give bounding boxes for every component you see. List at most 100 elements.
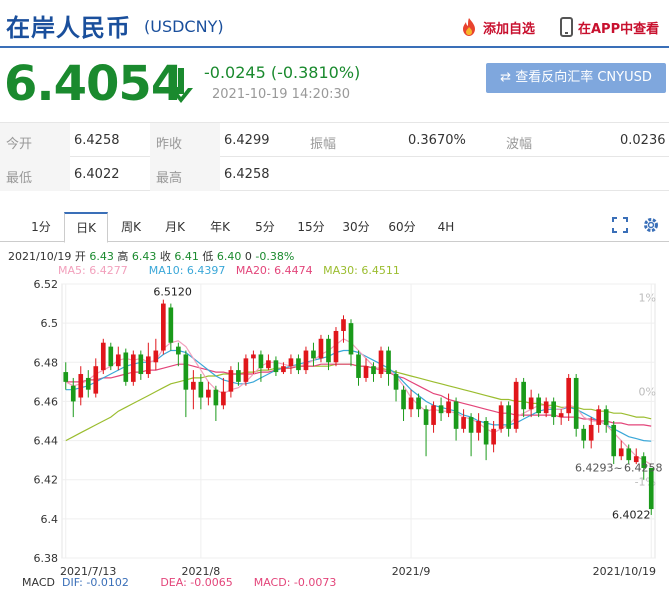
high-label: 最高 — [156, 171, 183, 186]
macd-dif: DIF: -0.0102 — [61, 576, 129, 589]
candle-body — [626, 448, 632, 461]
wave-value: 0.0236 — [620, 133, 666, 148]
wave-label: 波幅 — [506, 137, 533, 152]
candle-body — [78, 374, 84, 398]
candle-body — [303, 350, 309, 371]
candle-body — [378, 350, 384, 375]
open-label: 今开 — [6, 137, 33, 152]
y-tick-label: 6.5 — [41, 317, 59, 330]
tab-1min[interactable]: 1分 — [28, 212, 54, 242]
tab-weekly[interactable]: 周K — [118, 212, 144, 242]
symbol-code: (USDCNY) — [144, 17, 224, 36]
candle-body — [536, 397, 541, 414]
legend-close-label: 收 — [159, 250, 171, 263]
legend-vol: 0 — [244, 250, 252, 263]
candle-body — [236, 370, 241, 382]
min-annotation: 6.4022 — [612, 509, 651, 522]
candle-body — [213, 389, 219, 406]
amplitude-label: 振幅 — [310, 137, 337, 152]
candle-body — [573, 377, 579, 429]
candle-body — [341, 319, 346, 331]
candle-body — [63, 372, 69, 382]
add-watchlist-button[interactable]: 添加自选 — [460, 17, 535, 37]
app-view-label: 在APP中查看 — [578, 21, 660, 37]
open-annotation: 6.4258 — [624, 461, 663, 474]
tab-30min[interactable]: 30分 — [340, 212, 372, 242]
legend-high-label: 高 — [117, 250, 129, 263]
candle-body — [423, 409, 429, 425]
candle-body — [130, 354, 136, 382]
ma5-legend: MA5: 6.4277 — [58, 264, 128, 277]
candle-body — [318, 338, 324, 359]
candle-body — [85, 377, 91, 390]
y-tick-label: 6.38 — [34, 552, 59, 565]
tab-4h[interactable]: 4H — [434, 212, 458, 242]
candle-body — [468, 417, 474, 433]
candle-body — [363, 366, 369, 378]
quote-info-table: 今开 6.4258 昨收 6.4299 振幅 0.3670% 波幅 0.0236… — [0, 122, 669, 191]
candle-body — [228, 370, 234, 392]
tab-5min[interactable]: 5分 — [252, 212, 278, 242]
low-value: 6.4022 — [74, 167, 120, 182]
candle-body — [266, 360, 271, 369]
info-row-1: 今开 6.4258 昨收 6.4299 振幅 0.3670% 波幅 0.0236 — [0, 123, 669, 157]
candle-body — [558, 413, 564, 418]
candlestick-chart[interactable]: 6.526.56.486.466.446.426.46.381%0%-1%202… — [0, 278, 669, 578]
candle-body — [603, 409, 609, 425]
candle-body — [356, 354, 361, 378]
amplitude-value: 0.3670% — [408, 133, 466, 148]
macd-legend: MACD DIF: -0.0102 DEA: -0.0065 MACD: -0.… — [22, 576, 336, 589]
pct-tick-label: 1% — [639, 292, 656, 305]
gear-icon[interactable] — [642, 216, 660, 234]
low-label: 最低 — [6, 171, 33, 186]
tab-60min[interactable]: 60分 — [386, 212, 418, 242]
plot-area — [61, 283, 656, 559]
legend-open: 6.43 — [89, 250, 114, 263]
candle-body — [115, 354, 121, 367]
candle-body — [498, 405, 504, 429]
candle-body — [596, 409, 602, 425]
phone-icon — [560, 17, 573, 37]
fullscreen-icon[interactable] — [612, 217, 628, 233]
app-view-button[interactable]: 在APP中查看 — [560, 17, 659, 37]
candle-body — [138, 354, 144, 375]
tab-monthly[interactable]: 月K — [162, 212, 188, 242]
candle-body — [281, 366, 286, 373]
candle-body — [453, 401, 459, 429]
ma10-legend: MA10: 6.4397 — [148, 264, 226, 277]
candle-body — [243, 358, 249, 382]
candle-body — [70, 385, 76, 402]
candle-body — [491, 428, 496, 445]
tab-daily[interactable]: 日K — [64, 212, 108, 243]
macd-dea: DEA: -0.0065 — [160, 576, 233, 589]
candle-body — [145, 356, 151, 375]
candle-body — [371, 366, 376, 375]
candle-body — [543, 401, 549, 414]
candle-body — [273, 360, 279, 373]
down-arrow-icon — [169, 68, 193, 103]
candle-body — [431, 405, 436, 425]
tab-yearly[interactable]: 年K — [206, 212, 234, 242]
y-tick-label: 6.44 — [34, 435, 59, 448]
candle-body — [326, 338, 331, 363]
candle-body — [408, 397, 414, 410]
candle-body — [438, 405, 444, 414]
y-tick-label: 6.52 — [34, 278, 59, 291]
open-value: 6.4258 — [74, 133, 120, 148]
candle-body — [416, 397, 421, 410]
y-tick-label: 6.4 — [41, 513, 59, 526]
tab-15min[interactable]: 15分 — [296, 212, 326, 242]
candle-body — [168, 307, 174, 343]
swap-icon: ⇄ — [500, 70, 516, 85]
candle-body — [386, 350, 391, 375]
ma30-legend: MA30: 6.4511 — [323, 264, 400, 277]
candle-body — [461, 417, 466, 429]
reverse-rate-button[interactable]: ⇄ 查看反向汇率 CNYUSD — [486, 63, 666, 93]
candle-body — [348, 323, 354, 355]
legend-close: 6.41 — [174, 250, 199, 263]
prev-close-label: 昨收 — [156, 137, 183, 152]
candle-body — [551, 401, 556, 418]
candle-body — [161, 303, 166, 351]
candle-body — [93, 366, 99, 394]
legend-low-label: 低 — [202, 250, 214, 263]
